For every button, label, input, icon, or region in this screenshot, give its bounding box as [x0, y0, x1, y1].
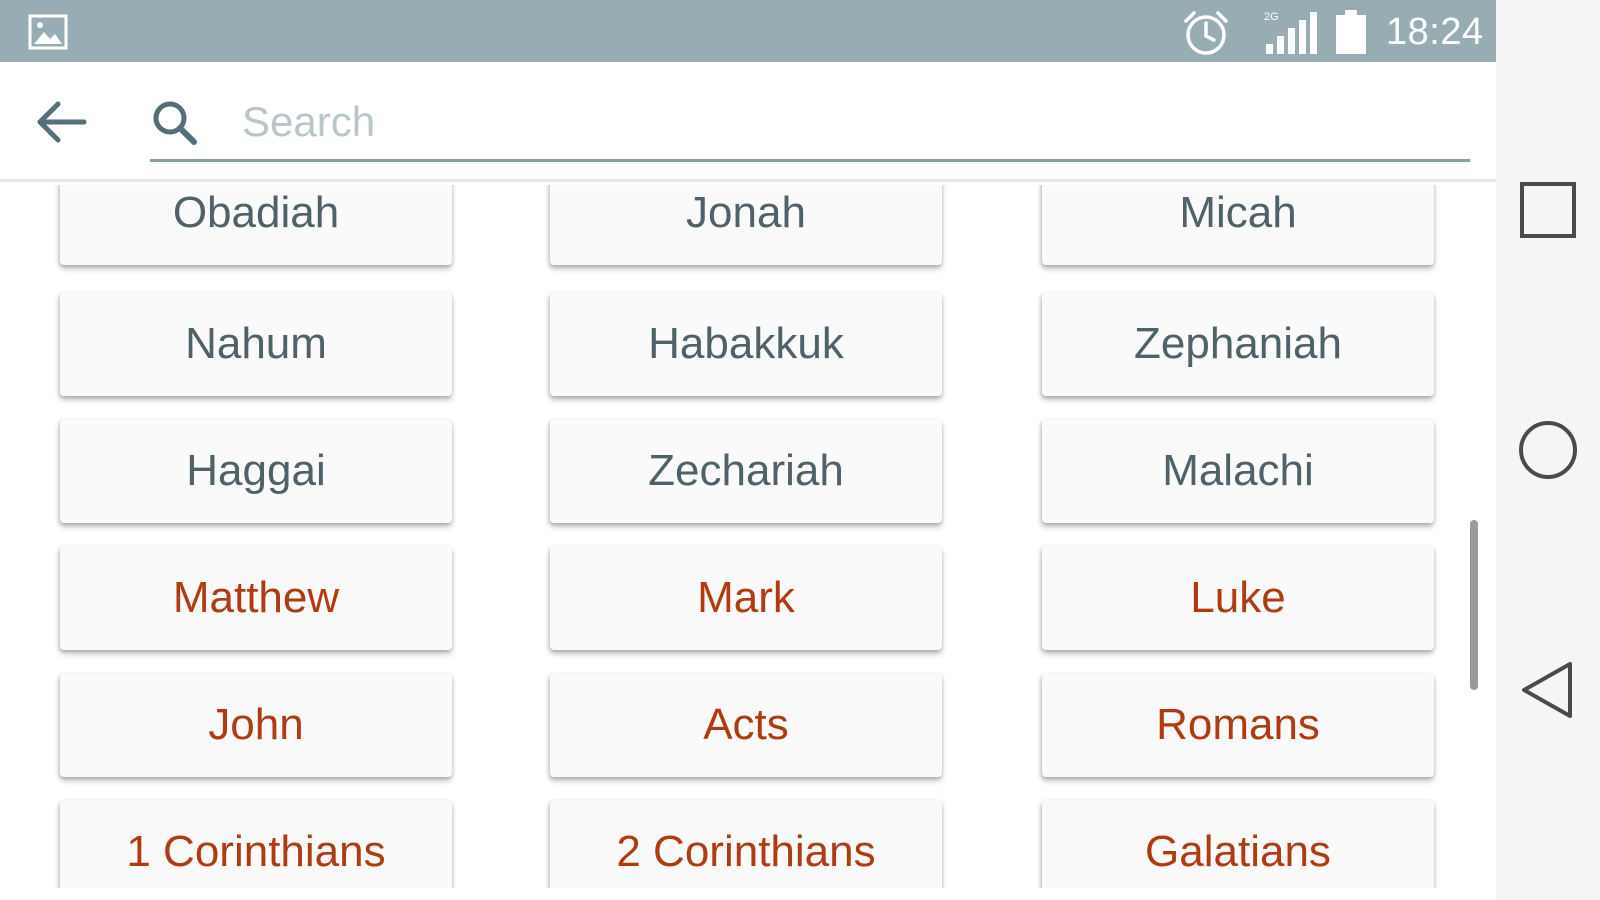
- search-input[interactable]: [242, 92, 1442, 152]
- book-button-mark[interactable]: Mark: [550, 546, 942, 650]
- image-notification-icon: [28, 14, 68, 50]
- book-button-2-corinthians[interactable]: 2 Corinthians: [550, 800, 942, 888]
- book-button-galatians[interactable]: Galatians: [1042, 800, 1434, 888]
- svg-text:2G: 2G: [1264, 11, 1279, 23]
- scrollbar-thumb[interactable]: [1470, 520, 1478, 690]
- book-button-acts[interactable]: Acts: [550, 673, 942, 777]
- back-nav-icon[interactable]: [1516, 658, 1580, 722]
- signal-icon: 2G: [1264, 11, 1317, 54]
- system-nav-bar: [1496, 0, 1600, 900]
- book-button-zechariah[interactable]: Zechariah: [550, 419, 942, 523]
- book-button-micah[interactable]: Micah: [1042, 185, 1434, 265]
- book-button-john[interactable]: John: [60, 673, 452, 777]
- book-button-romans[interactable]: Romans: [1042, 673, 1434, 777]
- book-button-luke[interactable]: Luke: [1042, 546, 1434, 650]
- book-button-haggai[interactable]: Haggai: [60, 419, 452, 523]
- book-button-habakkuk[interactable]: Habakkuk: [550, 292, 942, 396]
- book-button-zephaniah[interactable]: Zephaniah: [1042, 292, 1434, 396]
- book-button-obadiah[interactable]: Obadiah: [60, 185, 452, 265]
- search-toolbar: [0, 62, 1496, 182]
- alarm-icon: [1184, 11, 1228, 55]
- back-arrow-icon[interactable]: [30, 92, 94, 152]
- status-bar: 2G 18:24: [0, 0, 1496, 62]
- books-grid: Obadiah Jonah Micah Nahum Habakkuk Zepha…: [0, 185, 1496, 888]
- book-button-matthew[interactable]: Matthew: [60, 546, 452, 650]
- recent-apps-icon[interactable]: [1516, 178, 1580, 242]
- app-screen: 2G 18:24 Obadiah Jonah: [0, 0, 1600, 900]
- bottom-strip: [0, 888, 1496, 900]
- home-icon[interactable]: [1516, 418, 1580, 482]
- search-icon: [153, 101, 197, 145]
- battery-icon: [1336, 10, 1366, 54]
- book-button-jonah[interactable]: Jonah: [550, 185, 942, 265]
- book-button-nahum[interactable]: Nahum: [60, 292, 452, 396]
- status-clock: 18:24: [1386, 11, 1484, 53]
- book-button-malachi[interactable]: Malachi: [1042, 419, 1434, 523]
- search-box[interactable]: [150, 84, 1470, 162]
- book-button-1-corinthians[interactable]: 1 Corinthians: [60, 800, 452, 888]
